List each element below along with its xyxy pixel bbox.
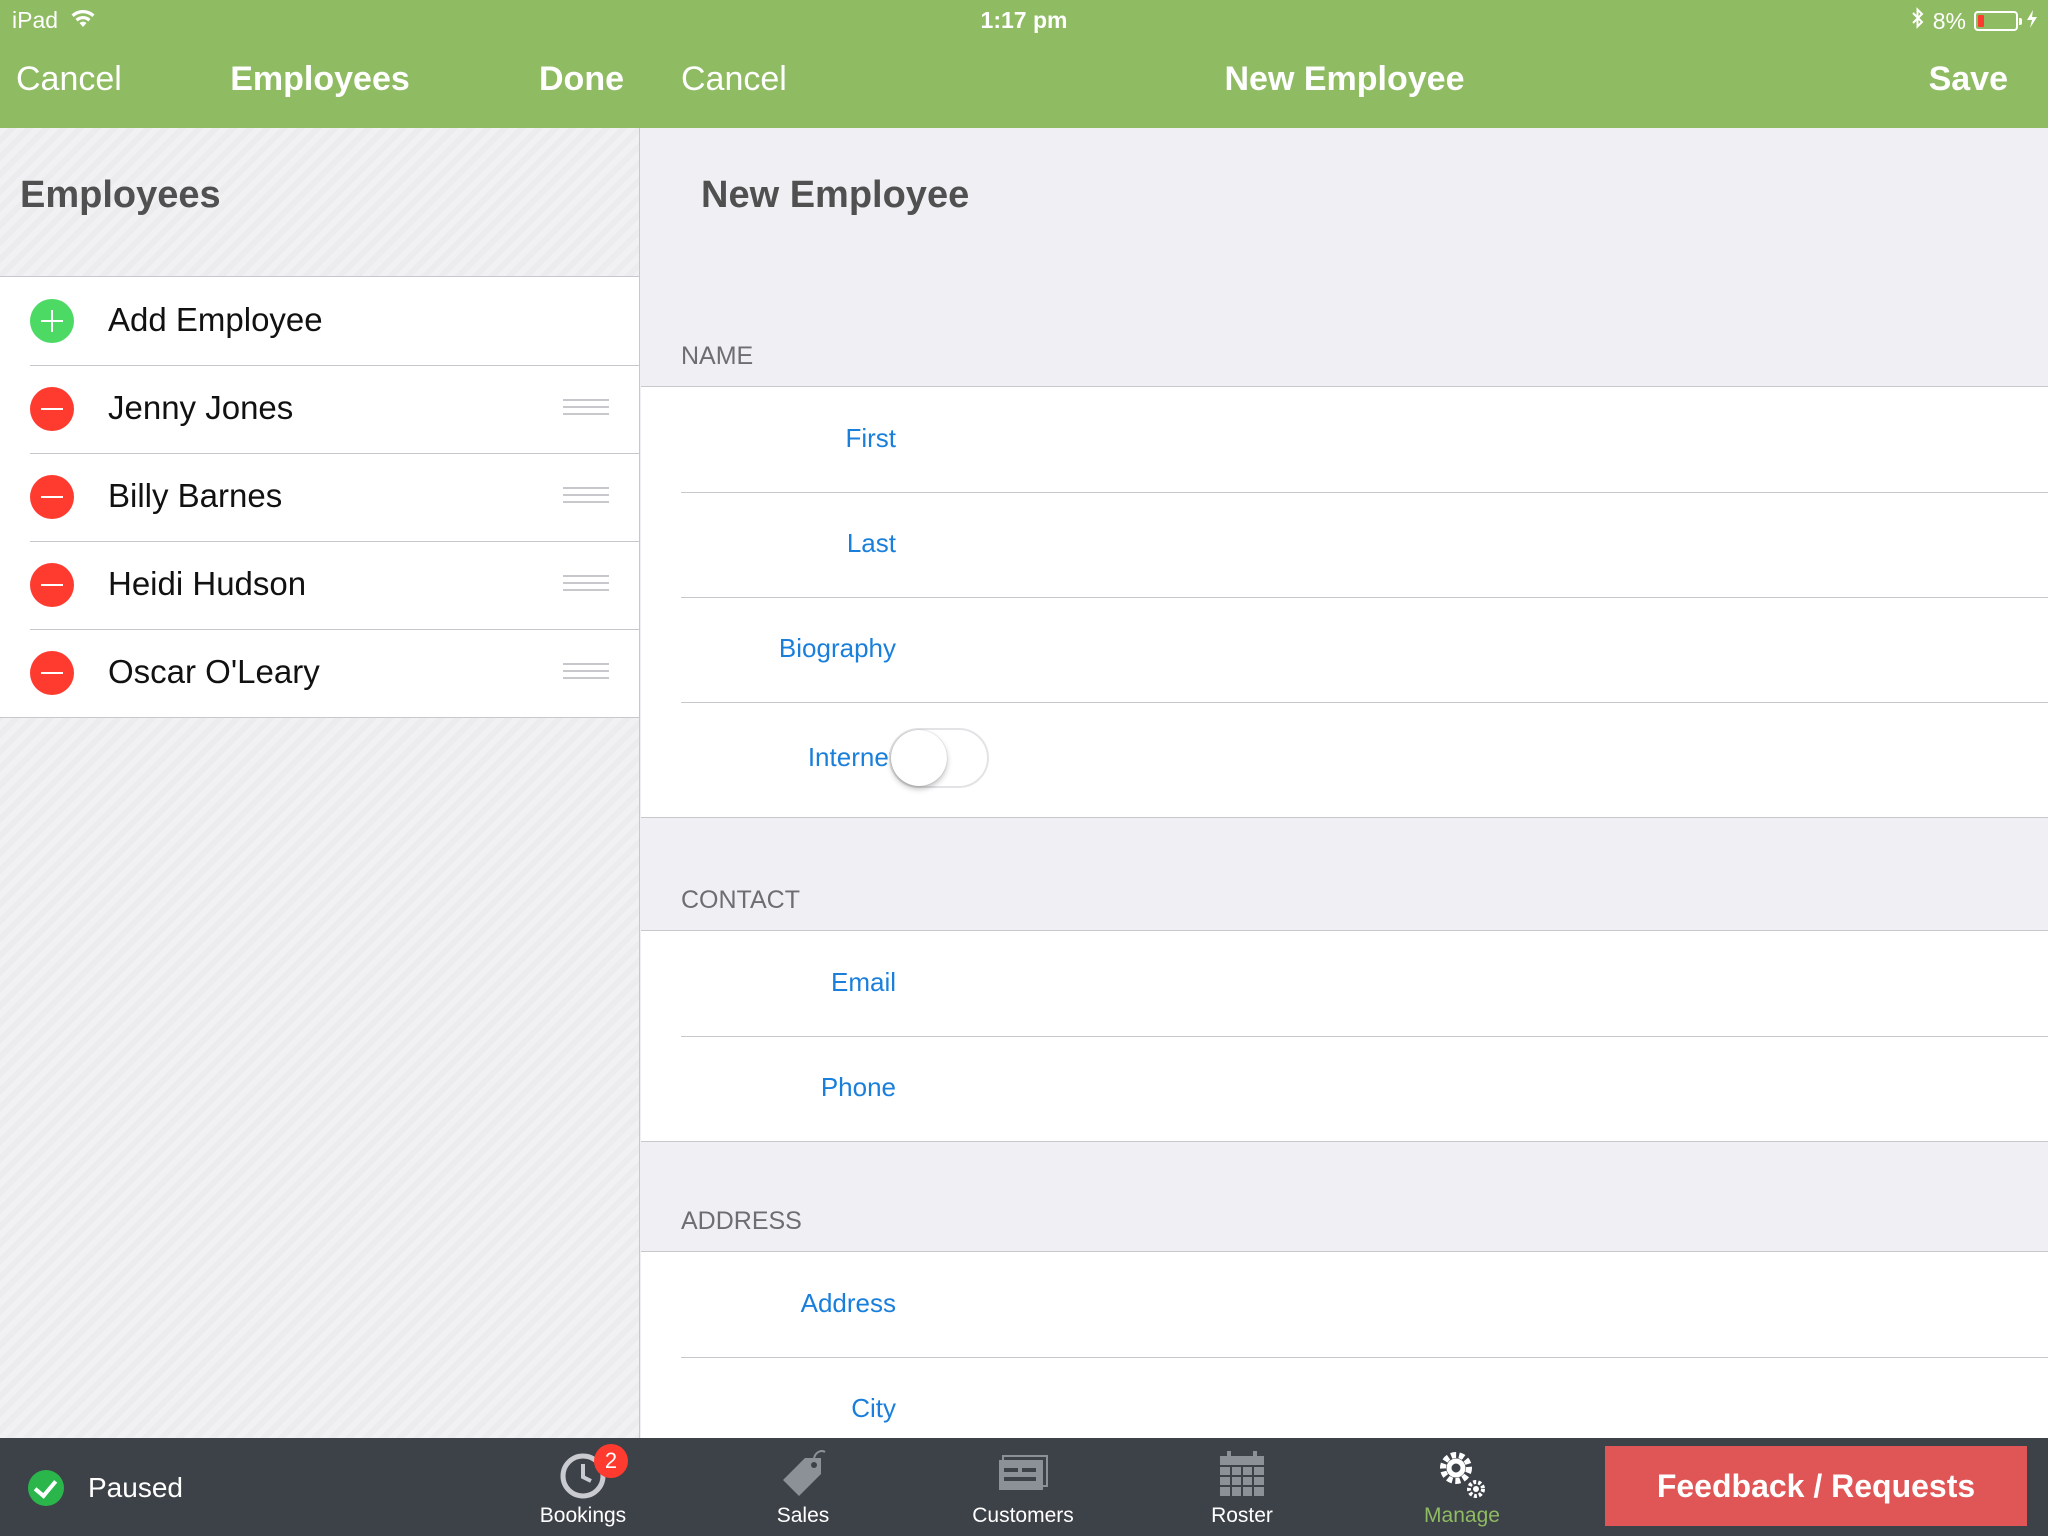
section-label-name: NAME xyxy=(681,342,754,370)
delete-icon[interactable] xyxy=(30,387,74,431)
phone-label: Phone xyxy=(820,1072,896,1102)
address-input[interactable] xyxy=(921,1272,2028,1332)
customers-label: Customers xyxy=(972,1504,1074,1527)
phone-input[interactable] xyxy=(921,1056,2028,1116)
phone-field[interactable]: Phone xyxy=(641,1036,2048,1141)
last-name-input[interactable] xyxy=(921,512,2028,572)
form-heading: New Employee xyxy=(701,174,970,216)
top-navigation-bar: iPad 1:17 pm 8% Cancel Employees Done Ca… xyxy=(0,0,2048,128)
employee-row[interactable]: Heidi Hudson xyxy=(0,541,639,629)
first-name-field[interactable]: First xyxy=(641,387,2048,492)
roster-label: Roster xyxy=(1211,1504,1273,1527)
bookings-badge: 2 xyxy=(594,1444,628,1478)
address-field[interactable]: Address xyxy=(641,1252,2048,1357)
clock-icon xyxy=(508,1446,658,1502)
status-bar: iPad 1:17 pm 8% xyxy=(0,0,2048,40)
toggle-knob xyxy=(891,730,947,786)
charging-bolt-icon xyxy=(2026,8,2038,35)
new-employee-nav-title: New Employee xyxy=(1224,60,1465,98)
section-label-address: ADDRESS xyxy=(681,1207,802,1235)
delete-icon[interactable] xyxy=(30,563,74,607)
price-tag-icon xyxy=(728,1446,878,1502)
internet-field: Internet xyxy=(641,702,2048,817)
employee-name: Billy Barnes xyxy=(108,477,283,514)
city-field[interactable]: City xyxy=(641,1357,2048,1438)
last-name-label: Last xyxy=(846,528,896,558)
tab-bookings[interactable]: 2 Bookings xyxy=(508,1444,658,1534)
tab-roster[interactable]: Roster xyxy=(1167,1446,1317,1534)
tab-sales[interactable]: Sales xyxy=(728,1446,878,1534)
employees-panel: Employees Add Employee Jenny Jones Billy… xyxy=(0,128,640,1438)
bottom-tab-bar: Paused 2 Bookings Sales Customers Roster… xyxy=(0,1438,2048,1536)
employee-row[interactable]: Oscar O'Leary xyxy=(0,629,639,717)
employee-row[interactable]: Jenny Jones xyxy=(0,365,639,453)
bluetooth-icon xyxy=(1911,7,1925,35)
paused-label: Paused xyxy=(88,1472,183,1503)
feedback-requests-button[interactable]: Feedback / Requests xyxy=(1605,1446,2027,1526)
employee-row[interactable]: Billy Barnes xyxy=(0,453,639,541)
reorder-handle-icon[interactable] xyxy=(563,399,609,419)
address-group: Address City xyxy=(641,1251,2048,1438)
biography-label: Biography xyxy=(778,633,896,663)
add-employee-label: Add Employee xyxy=(108,301,323,338)
tab-customers[interactable]: Customers xyxy=(948,1446,1098,1534)
delete-icon[interactable] xyxy=(30,475,74,519)
employees-nav: Cancel Employees Done xyxy=(0,60,640,110)
new-employee-nav: Cancel New Employee Save xyxy=(641,60,2048,110)
employee-name: Jenny Jones xyxy=(108,389,294,426)
contact-group: Email Phone xyxy=(641,930,2048,1142)
employee-list: Add Employee Jenny Jones Billy Barnes He… xyxy=(0,276,639,718)
check-circle-icon xyxy=(28,1470,64,1506)
address-label: Address xyxy=(800,1288,896,1318)
delete-icon[interactable] xyxy=(30,651,74,695)
employees-done-button[interactable]: Done xyxy=(539,60,624,99)
internet-toggle[interactable] xyxy=(889,728,989,788)
add-icon[interactable] xyxy=(30,299,74,343)
reorder-handle-icon[interactable] xyxy=(563,487,609,507)
internet-label: Internet xyxy=(807,742,896,772)
gears-icon xyxy=(1387,1446,1537,1502)
customer-cards-icon xyxy=(948,1446,1098,1502)
battery-percent: 8% xyxy=(1932,7,1966,34)
last-name-field[interactable]: Last xyxy=(641,492,2048,597)
tab-manage[interactable]: Manage xyxy=(1387,1446,1537,1534)
battery-icon xyxy=(1974,11,2022,31)
section-label-contact: CONTACT xyxy=(681,886,800,914)
reorder-handle-icon[interactable] xyxy=(563,575,609,595)
reorder-handle-icon[interactable] xyxy=(563,663,609,683)
save-button[interactable]: Save xyxy=(1929,60,2008,99)
biography-input[interactable] xyxy=(921,617,2028,677)
employee-name: Oscar O'Leary xyxy=(108,653,320,690)
manage-label: Manage xyxy=(1424,1504,1500,1527)
biography-field[interactable]: Biography xyxy=(641,597,2048,702)
email-input[interactable] xyxy=(921,951,2028,1011)
employee-name: Heidi Hudson xyxy=(108,565,307,602)
bookings-label: Bookings xyxy=(539,1504,627,1527)
paused-status[interactable]: Paused xyxy=(28,1470,183,1506)
add-employee-row[interactable]: Add Employee xyxy=(0,277,639,365)
city-input[interactable] xyxy=(921,1377,2028,1437)
battery-level-fill xyxy=(1978,15,1984,27)
employees-heading: Employees xyxy=(20,174,221,216)
new-employee-form: New Employee NAME First Last Biography I… xyxy=(641,128,2048,1438)
first-name-input[interactable] xyxy=(921,407,2028,467)
city-label: City xyxy=(851,1393,896,1423)
email-label: Email xyxy=(830,967,896,997)
sales-label: Sales xyxy=(776,1504,830,1527)
status-time: 1:17 pm xyxy=(980,7,1068,33)
first-name-label: First xyxy=(845,423,896,453)
name-group: First Last Biography Internet xyxy=(641,386,2048,818)
calendar-icon xyxy=(1167,1446,1317,1502)
email-field[interactable]: Email xyxy=(641,931,2048,1036)
